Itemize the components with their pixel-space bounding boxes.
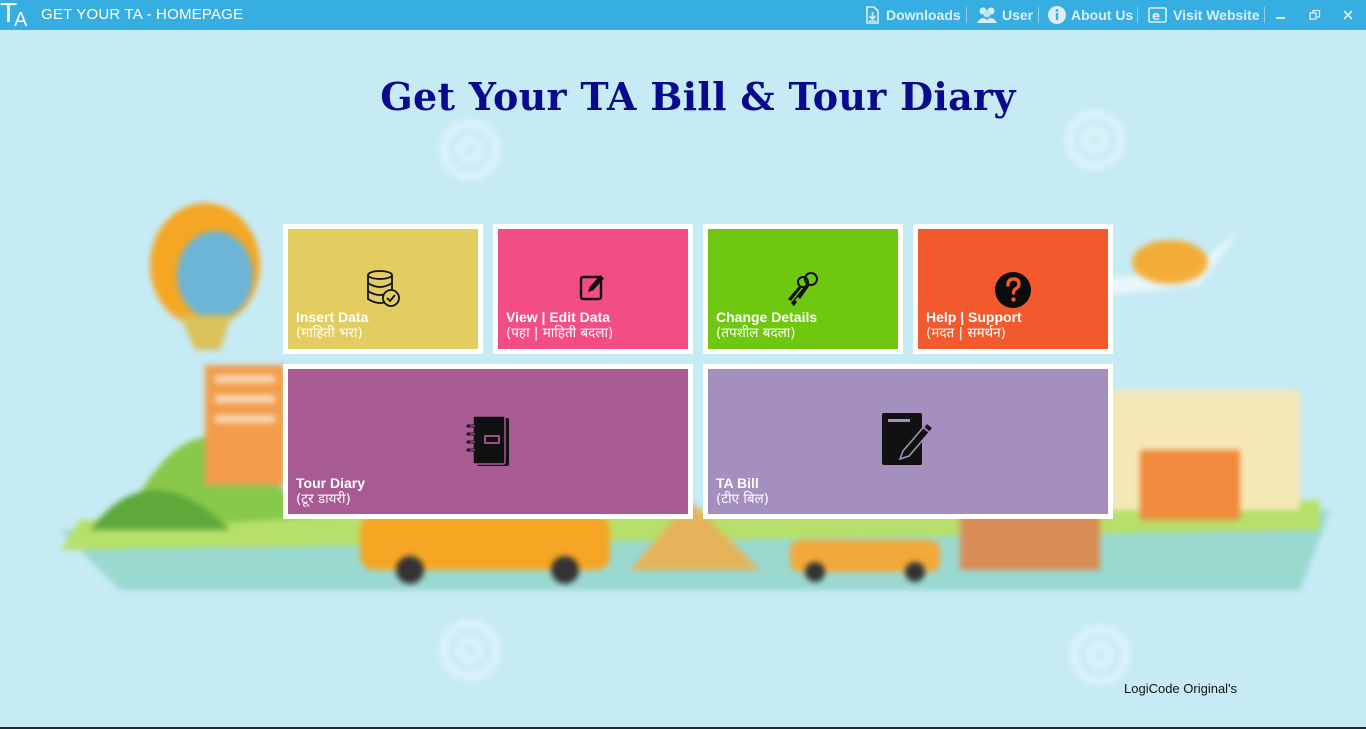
svg-text:e: e [1152,9,1160,23]
help-support-label: Help | Support (मदत | समर्थन) [926,309,1022,341]
tile-title: Help | Support [926,309,1022,325]
restore-button[interactable] [1304,4,1326,26]
change-details-tile[interactable]: Change Details (तपशील बदला) [703,224,903,354]
separator [966,7,967,23]
user-menu-item[interactable]: User [976,4,1033,26]
notebook-icon [466,415,509,466]
separator [1137,7,1138,23]
view-edit-data-label: View | Edit Data (पहा | माहिती बदला) [506,309,613,341]
tile-title: Change Details [716,309,818,325]
browser-icon: e [1148,7,1167,23]
about-us-label: About Us [1071,7,1134,23]
tile-title: Insert Data [296,309,369,325]
close-icon [1343,10,1353,20]
tour-diary-label: Tour Diary (टूर डायरी) [296,475,365,507]
user-label: User [1002,7,1034,23]
download-icon [866,6,879,24]
tile-title: Tour Diary [296,475,365,491]
visit-website-label: Visit Website [1173,7,1260,23]
about-us-menu-item[interactable]: About Us [1047,4,1133,26]
window-title: GET YOUR TA - HOMEPAGE [41,6,244,23]
tile-title: View | Edit Data [506,309,611,325]
downloads-menu-item[interactable]: Downloads [862,4,961,26]
separator [1038,7,1039,23]
edit-icon [579,275,604,301]
document-pen-icon [882,413,935,465]
keys-icon [788,272,818,306]
tile-subtitle: (टीए बिल) [716,491,769,507]
minimize-icon [1276,17,1285,19]
tile-subtitle: (टूर डायरी) [296,491,351,507]
tile-subtitle: (पहा | माहिती बदला) [506,325,614,341]
tile-subtitle: (तपशील बदला) [716,325,796,341]
view-edit-data-tile[interactable]: View | Edit Data (पहा | माहिती बदला) [493,224,693,354]
insert-data-label: Insert Data (माहिती भरा) [296,309,368,341]
restore-icon [1309,9,1321,20]
users-icon [977,7,997,23]
tile-title: TA Bill [716,475,759,491]
info-icon [1048,6,1066,24]
ta-bill-label: TA Bill (टीए बिल) [716,475,769,507]
minimize-button[interactable] [1270,4,1292,26]
title-bar: TA GET YOUR TA - HOMEPAGE Downloads User… [0,0,1366,31]
visit-website-menu-item[interactable]: e Visit Website [1147,4,1260,26]
insert-data-tile[interactable]: Insert Data (माहिती भरा) [283,224,483,354]
tour-diary-tile[interactable]: Tour Diary (टूर डायरी) [283,364,693,519]
downloads-label: Downloads [886,7,961,23]
page-title: Get Your TA Bill & Tour Diary [380,74,1016,119]
question-circle-icon [995,272,1031,308]
close-button[interactable] [1337,4,1359,26]
footer-credit: LogiCode Original's [1124,681,1238,696]
change-details-label: Change Details (तपशील बदला) [716,309,817,341]
help-support-tile[interactable]: Help | Support (मदत | समर्थन) [913,224,1113,354]
tile-subtitle: (मदत | समर्थन) [926,325,1006,341]
database-check-icon [367,270,400,307]
tile-subtitle: (माहिती भरा) [296,325,363,341]
app-logo: TA [0,0,28,31]
ta-bill-tile[interactable]: TA Bill (टीए बिल) [703,364,1113,519]
separator [1264,7,1265,23]
